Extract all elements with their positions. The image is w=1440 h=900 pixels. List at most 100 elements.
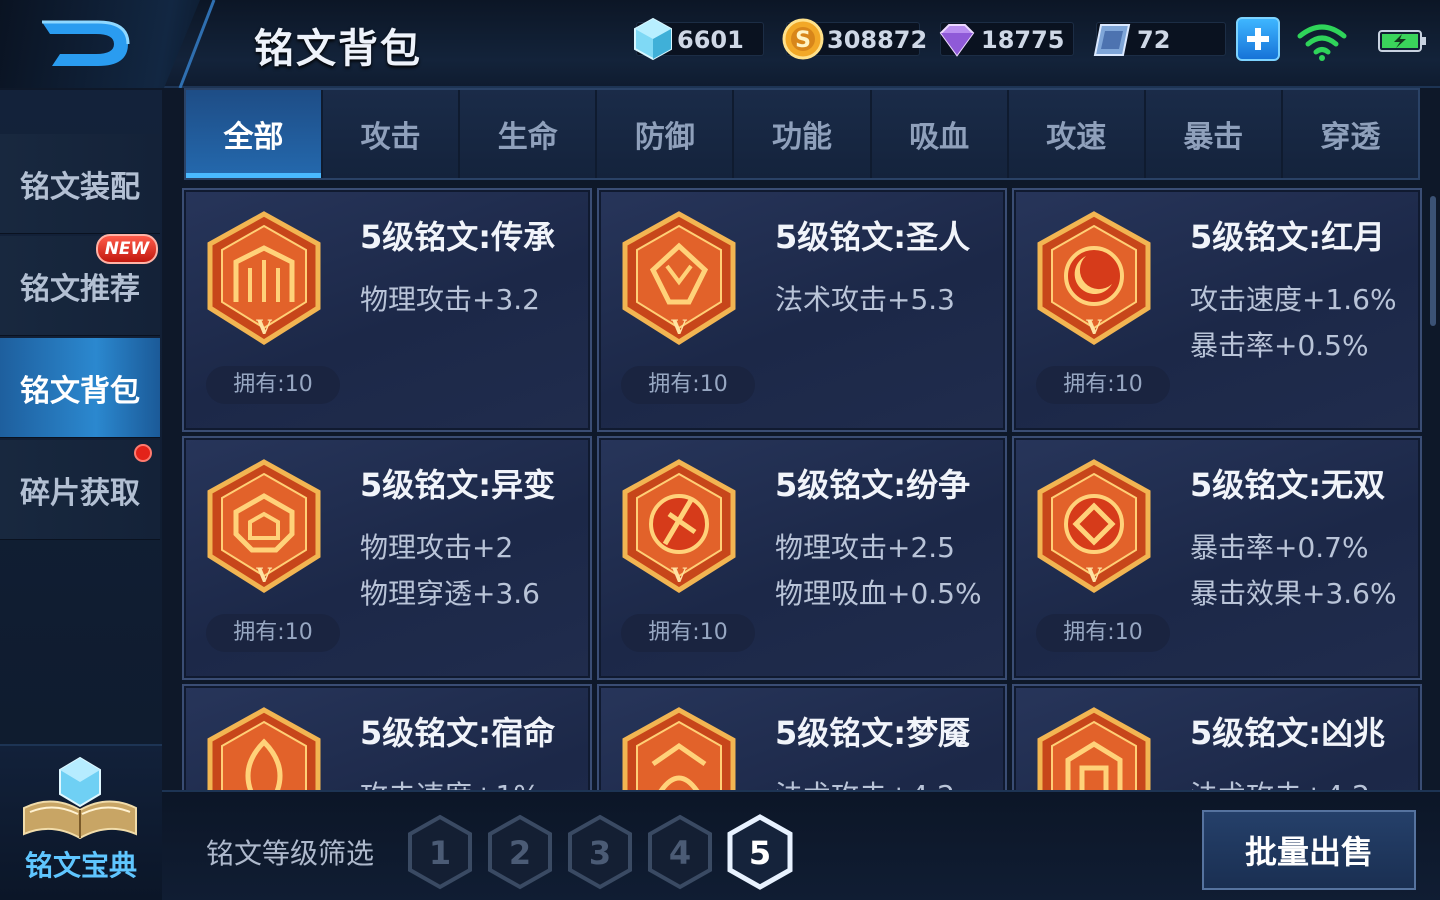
sidebar-item-rune-equip[interactable]: 铭文装配 bbox=[0, 134, 160, 234]
tab-attack-speed[interactable]: 攻速 bbox=[1008, 90, 1146, 178]
owned-count: 拥有:10 bbox=[1036, 366, 1170, 404]
rune-name: 5级铭文:圣人 bbox=[775, 218, 971, 256]
rune-emblem-icon: V bbox=[207, 459, 321, 593]
svg-text:V: V bbox=[255, 315, 272, 339]
rune-card[interactable]: V 5级铭文:无双 暴击率+0.7% 暴击效果+3.6% 拥有:10 bbox=[1012, 436, 1422, 680]
tab-defense[interactable]: 防御 bbox=[597, 90, 735, 178]
svg-text:V: V bbox=[670, 315, 687, 339]
top-bar: 铭文背包 6601 S 308872 18775 72 bbox=[0, 0, 1440, 88]
rune-name: 5级铭文:凶兆 bbox=[1190, 714, 1386, 752]
owned-count: 拥有:10 bbox=[206, 366, 340, 404]
rune-emblem-icon: V bbox=[207, 211, 321, 345]
bottom-bar: 铭文等级筛选 1 2 3 4 5 批量出售 bbox=[162, 790, 1440, 900]
rune-name: 5级铭文:宿命 bbox=[360, 714, 556, 752]
diamond-amount: 6601 bbox=[677, 26, 744, 54]
rune-stat: 物理吸血+0.5% bbox=[775, 577, 982, 610]
tab-attack[interactable]: 攻击 bbox=[323, 90, 461, 178]
gem-icon bbox=[939, 24, 975, 57]
rune-card[interactable]: V 5级铭文:宿命 攻击速度+1% bbox=[182, 684, 592, 790]
svg-text:V: V bbox=[255, 563, 272, 587]
coupon-icon bbox=[1093, 24, 1131, 56]
sidebar-item-label: 铭文推荐 bbox=[20, 271, 140, 307]
wifi-icon bbox=[1297, 24, 1347, 61]
rune-emblem-icon: V bbox=[1037, 459, 1151, 593]
rune-stat: 法术攻击+5.3 bbox=[775, 283, 955, 316]
battery-icon bbox=[1378, 30, 1426, 52]
back-button[interactable] bbox=[0, 0, 200, 88]
rune-stat: 攻击速度+1% bbox=[360, 774, 540, 790]
owned-count: 拥有:10 bbox=[621, 366, 755, 404]
level-filter-4-button[interactable]: 4 bbox=[646, 814, 714, 890]
svg-text:2: 2 bbox=[509, 834, 531, 872]
category-tabs: 全部 攻击 生命 防御 功能 吸血 攻速 暴击 穿透 bbox=[184, 88, 1420, 180]
rune-emblem-icon: V bbox=[622, 211, 736, 345]
level-filter-2-button[interactable]: 2 bbox=[486, 814, 554, 890]
svg-text:3: 3 bbox=[589, 834, 611, 872]
svg-text:V: V bbox=[1085, 315, 1102, 339]
currency-voucher: 72 bbox=[1093, 22, 1226, 56]
sidebar-item-rune-bag[interactable]: 铭文背包 bbox=[0, 338, 160, 438]
rune-emblem-icon: V bbox=[1037, 211, 1151, 345]
sidebar-item-label: 碎片获取 bbox=[20, 475, 140, 511]
currency-diamond: 6601 bbox=[634, 17, 764, 61]
sidebar: 铭文装配 铭文推荐 NEW 铭文背包 碎片获取 铭文宝典 bbox=[0, 90, 162, 900]
tab-health[interactable]: 生命 bbox=[460, 90, 598, 178]
currency-gold: S 308872 bbox=[782, 18, 927, 60]
rune-name: 5级铭文:传承 bbox=[360, 218, 556, 256]
level-filter-1-button[interactable]: 1 bbox=[406, 814, 474, 890]
add-currency-button[interactable] bbox=[1236, 17, 1280, 61]
back-arrow-icon bbox=[42, 20, 130, 66]
rune-emblem-icon: V bbox=[1037, 707, 1151, 790]
svg-text:5: 5 bbox=[749, 834, 771, 872]
rune-stat: 物理攻击+2.5 bbox=[775, 531, 955, 564]
svg-text:V: V bbox=[1085, 563, 1102, 587]
level-filter-5-button[interactable]: 5 bbox=[726, 814, 794, 890]
rune-card[interactable]: V 5级铭文:纷争 物理攻击+2.5 物理吸血+0.5% 拥有:10 bbox=[597, 436, 1007, 680]
rune-codex-button[interactable]: 铭文宝典 bbox=[0, 744, 162, 900]
tab-penetration[interactable]: 穿透 bbox=[1282, 90, 1418, 178]
owned-count: 拥有:10 bbox=[206, 614, 340, 652]
rune-stat: 暴击效果+3.6% bbox=[1190, 577, 1397, 610]
tab-all[interactable]: 全部 bbox=[186, 90, 324, 178]
level-filter-3-button[interactable]: 3 bbox=[566, 814, 634, 890]
scrollbar[interactable] bbox=[1430, 196, 1436, 326]
book-icon bbox=[23, 756, 137, 840]
rune-card[interactable]: V 5级铭文:红月 攻击速度+1.6% 暴击率+0.5% 拥有:10 bbox=[1012, 188, 1422, 432]
rune-stat: 攻击速度+1.6% bbox=[1190, 283, 1397, 316]
owned-count: 拥有:10 bbox=[621, 614, 755, 652]
rune-stat: 物理攻击+3.2 bbox=[360, 283, 540, 316]
rune-grid: V 5级铭文:传承 物理攻击+3.2 拥有:10 V 5级铭文:圣人 法术攻击+… bbox=[180, 186, 1430, 790]
tab-lifesteal[interactable]: 吸血 bbox=[871, 90, 1009, 178]
rune-emblem-icon: V bbox=[622, 459, 736, 593]
voucher-amount: 72 bbox=[1137, 26, 1171, 54]
coin-icon: S bbox=[782, 18, 824, 60]
codex-label: 铭文宝典 bbox=[24, 849, 137, 882]
notification-dot bbox=[134, 444, 152, 462]
rune-name: 5级铭文:无双 bbox=[1190, 466, 1386, 504]
rune-card[interactable]: V 5级铭文:圣人 法术攻击+5.3 拥有:10 bbox=[597, 188, 1007, 432]
rune-card[interactable]: V 5级铭文:传承 物理攻击+3.2 拥有:10 bbox=[182, 188, 592, 432]
svg-text:V: V bbox=[670, 563, 687, 587]
new-badge: NEW bbox=[96, 234, 158, 264]
sidebar-item-label: 铭文背包 bbox=[20, 373, 140, 409]
rune-stat: 法术攻击+4.2 bbox=[1190, 774, 1370, 790]
tab-critical[interactable]: 暴击 bbox=[1145, 90, 1283, 178]
rune-stat: 法术攻击+4.2 bbox=[775, 774, 955, 790]
rune-stat: 物理攻击+2 bbox=[360, 531, 514, 564]
svg-text:S: S bbox=[795, 28, 811, 53]
rune-name: 5级铭文:梦魇 bbox=[775, 714, 971, 752]
rune-stat: 暴击率+0.7% bbox=[1190, 531, 1369, 564]
rune-card[interactable]: V 5级铭文:凶兆 法术攻击+4.2 bbox=[1012, 684, 1422, 790]
gem-amount: 18775 bbox=[981, 26, 1065, 54]
bulk-sell-button[interactable]: 批量出售 bbox=[1202, 810, 1416, 890]
currency-gem: 18775 bbox=[939, 22, 1074, 57]
svg-text:4: 4 bbox=[669, 834, 691, 872]
rune-card[interactable]: V 5级铭文:异变 物理攻击+2 物理穿透+3.6 拥有:10 bbox=[182, 436, 592, 680]
rune-name: 5级铭文:纷争 bbox=[775, 466, 971, 504]
svg-text:1: 1 bbox=[429, 834, 451, 872]
tab-utility[interactable]: 功能 bbox=[734, 90, 872, 178]
page-title: 铭文背包 bbox=[254, 26, 422, 72]
rune-stat: 暴击率+0.5% bbox=[1190, 329, 1369, 362]
rune-card[interactable]: V 5级铭文:梦魇 法术攻击+4.2 bbox=[597, 684, 1007, 790]
header-divider bbox=[178, 0, 216, 88]
